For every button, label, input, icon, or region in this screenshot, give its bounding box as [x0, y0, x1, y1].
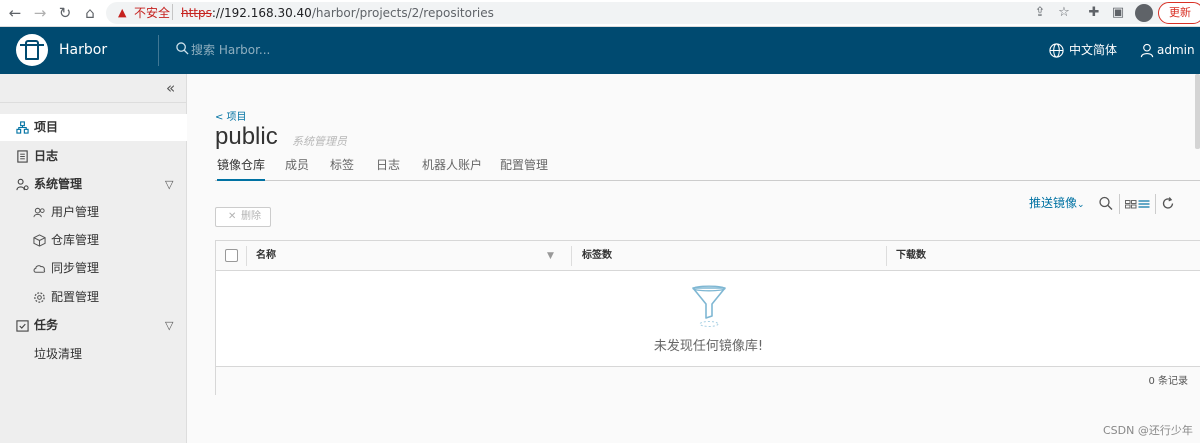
url-host: ://192.168.30.40: [211, 6, 312, 20]
url-divider: [172, 4, 173, 20]
page-scrollbar[interactable]: [1195, 74, 1200, 149]
sidebar: « 项目 日志 系统管理 ▽ 用户管理 仓库管理 同步管理 配置管理 任务 ▽ …: [0, 74, 187, 443]
empty-filter-icon: [692, 285, 726, 327]
search-icon[interactable]: [1099, 196, 1113, 211]
sidebar-item-label: 日志: [34, 149, 59, 163]
users-icon: [33, 207, 45, 218]
refresh-icon[interactable]: [1161, 196, 1175, 211]
header-divider: [158, 35, 159, 66]
home-icon[interactable]: ⌂: [81, 4, 99, 22]
back-arrow-icon[interactable]: ←: [6, 4, 24, 22]
toolbar-divider: [1119, 194, 1120, 214]
column-tags-count[interactable]: 标签数: [582, 249, 612, 262]
collapse-sidebar-icon[interactable]: «: [166, 80, 175, 96]
page-title: public: [215, 123, 278, 150]
sidebar-item-label: 仓库管理: [51, 233, 100, 247]
sidebar-item-label: 任务: [34, 318, 59, 332]
projects-icon: [16, 121, 29, 134]
tab-robot-accounts[interactable]: 机器人账户: [422, 157, 482, 181]
table-header: 名称 ▼ 标签数 下载数: [216, 241, 1200, 271]
url-scheme: https: [181, 6, 212, 20]
logs-icon: [17, 150, 28, 163]
url-path: /harbor/projects/2/repositories: [311, 6, 494, 20]
language-label: 中文简体: [1069, 43, 1118, 57]
registries-icon: [33, 234, 46, 247]
user-name: admin: [1157, 43, 1195, 57]
record-count: 0 条记录: [1148, 376, 1188, 387]
tab-configuration[interactable]: 配置管理: [500, 157, 548, 181]
push-image-button[interactable]: 推送镜像⌄: [1029, 196, 1085, 213]
toolbar-divider: [1155, 194, 1156, 214]
globe-icon: [1049, 43, 1064, 58]
sidebar-item-projects[interactable]: 项目: [0, 114, 187, 141]
admin-icon: [16, 178, 29, 191]
column-divider: [886, 246, 887, 266]
share-icon[interactable]: ⇪: [1031, 4, 1049, 22]
sidebar-item-label: 系统管理: [34, 177, 83, 191]
sidebar-item-label: 垃圾清理: [34, 347, 83, 361]
filter-icon[interactable]: ▼: [547, 251, 554, 262]
warning-icon[interactable]: ▲: [118, 6, 126, 20]
browser-toolbar: ← → ↻ ⌂ ▲ 不安全 https://192.168.30.40/harb…: [0, 0, 1200, 27]
profile-avatar[interactable]: [1135, 4, 1153, 22]
sidebar-divider: [0, 102, 187, 103]
brand-name[interactable]: Harbor: [59, 42, 107, 59]
table-footer: 0 条记录: [216, 366, 1200, 395]
tab-logs[interactable]: 日志: [376, 157, 400, 181]
tab-members[interactable]: 成员: [285, 157, 309, 181]
chevron-down-icon: ⌄: [1077, 200, 1085, 210]
sidebar-item-registries[interactable]: 仓库管理: [0, 227, 187, 254]
user-icon: [1140, 43, 1154, 58]
chevron-down-icon[interactable]: ▽: [165, 177, 173, 192]
sidebar-item-administration[interactable]: 系统管理 ▽: [0, 171, 187, 198]
push-image-label: 推送镜像: [1029, 196, 1078, 210]
card-view-icon[interactable]: [1125, 196, 1137, 211]
select-all-checkbox[interactable]: [225, 249, 238, 262]
sidebar-item-label: 配置管理: [51, 290, 100, 304]
search-icon: [176, 42, 189, 55]
repositories-table: 名称 ▼ 标签数 下载数 未发现任何镜像库! 0 条记录: [215, 240, 1200, 395]
sidebar-item-label: 用户管理: [51, 205, 100, 219]
column-name[interactable]: 名称: [256, 249, 276, 262]
sidebar-item-users[interactable]: 用户管理: [0, 199, 187, 226]
forward-arrow-icon[interactable]: →: [31, 4, 49, 22]
sidebar-item-replication[interactable]: 同步管理: [0, 255, 187, 282]
harbor-logo-icon[interactable]: [16, 34, 48, 66]
sidebar-item-logs[interactable]: 日志: [0, 143, 187, 170]
sidebar-item-garbage-collection[interactable]: 垃圾清理: [0, 341, 187, 368]
role-badge: 系统管理员: [292, 135, 347, 148]
empty-state-message: 未发现任何镜像库!: [653, 339, 764, 354]
security-warning[interactable]: 不安全: [134, 5, 170, 21]
column-divider: [571, 246, 572, 266]
configuration-icon: [34, 292, 45, 303]
list-view-icon[interactable]: [1138, 196, 1150, 211]
project-tabs: 镜像仓库 成员 标签 日志 机器人账户 配置管理: [215, 157, 1200, 181]
extensions-icon[interactable]: ✚: [1085, 4, 1103, 22]
chevron-down-icon[interactable]: ▽: [165, 318, 173, 333]
sidebar-item-configuration[interactable]: 配置管理: [0, 284, 187, 311]
watermark: CSDN @还行少年: [1103, 424, 1193, 437]
sidebar-item-tasks[interactable]: 任务 ▽: [0, 312, 187, 339]
column-divider: [246, 246, 247, 266]
sidepanel-icon[interactable]: ▣: [1109, 4, 1127, 22]
tasks-icon: [16, 320, 29, 332]
search-input[interactable]: [191, 40, 391, 60]
tab-labels[interactable]: 标签: [330, 157, 354, 181]
delete-button[interactable]: ✕ 删除: [215, 207, 271, 227]
replication-icon: [33, 265, 46, 273]
app-header: Harbor 中文简体 admin: [0, 27, 1200, 74]
delete-label: 删除: [241, 211, 261, 222]
sidebar-item-label: 同步管理: [51, 261, 100, 275]
url-text[interactable]: https://192.168.30.40/harbor/projects/2/…: [181, 5, 494, 21]
sidebar-item-label: 项目: [34, 120, 59, 134]
column-pull-count[interactable]: 下载数: [896, 249, 926, 262]
bookmark-star-icon[interactable]: ☆: [1055, 4, 1073, 22]
tab-repositories[interactable]: 镜像仓库: [217, 157, 266, 181]
reload-icon[interactable]: ↻: [56, 4, 74, 22]
close-icon: ✕: [228, 211, 237, 222]
update-button[interactable]: 更新: [1158, 2, 1200, 24]
